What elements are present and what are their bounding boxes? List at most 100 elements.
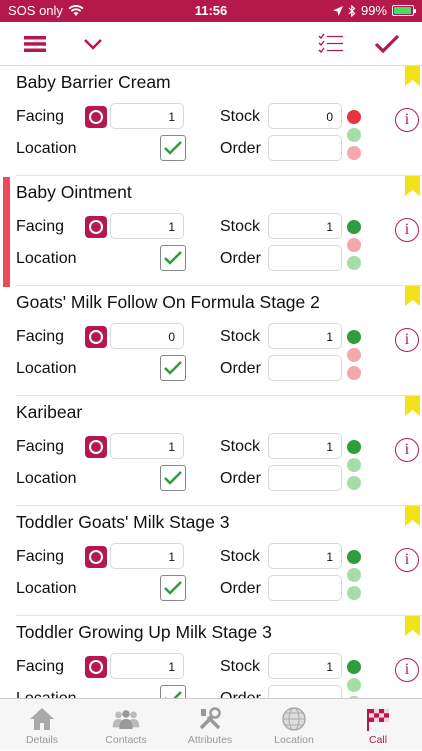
facing-label: Facing bbox=[16, 218, 65, 235]
status-light bbox=[347, 458, 361, 472]
battery-icon bbox=[392, 5, 416, 16]
stock-input[interactable]: 1 bbox=[268, 213, 342, 239]
product-row: Karibear Facing 1 Stock 1 i Location Ord… bbox=[0, 396, 422, 506]
location-label: Location bbox=[16, 140, 77, 157]
stock-input[interactable]: 0 bbox=[268, 103, 342, 129]
location-checkbox[interactable] bbox=[160, 245, 186, 271]
status-light bbox=[347, 678, 361, 692]
bookmark-icon[interactable] bbox=[405, 286, 420, 306]
stock-input[interactable]: 1 bbox=[268, 323, 342, 349]
record-icon[interactable] bbox=[85, 546, 107, 568]
status-light bbox=[347, 128, 361, 142]
stock-label: Stock bbox=[220, 218, 261, 235]
people-icon bbox=[111, 705, 141, 733]
facing-label: Facing bbox=[16, 328, 65, 345]
house-icon bbox=[27, 705, 57, 733]
bookmark-icon[interactable] bbox=[405, 616, 420, 636]
location-checkbox[interactable] bbox=[160, 355, 186, 381]
product-name: Toddler Growing Up Milk Stage 3 bbox=[16, 622, 272, 642]
tab-label: Contacts bbox=[105, 734, 147, 746]
location-label: Location bbox=[16, 250, 77, 267]
product-name: Karibear bbox=[16, 402, 83, 422]
status-bar: SOS only 11:56 99% bbox=[0, 0, 422, 22]
order-label: Order bbox=[220, 690, 261, 698]
location-label: Location bbox=[16, 470, 77, 487]
tab-call[interactable]: Call bbox=[336, 699, 420, 751]
stock-input[interactable]: 1 bbox=[268, 433, 342, 459]
globe-icon bbox=[279, 705, 309, 733]
order-input[interactable] bbox=[268, 245, 342, 271]
status-light bbox=[347, 146, 361, 160]
tab-contacts[interactable]: Contacts bbox=[84, 699, 168, 751]
order-label: Order bbox=[220, 360, 261, 377]
checklist-icon[interactable] bbox=[316, 30, 346, 58]
order-input[interactable] bbox=[268, 135, 342, 161]
bookmark-icon[interactable] bbox=[405, 176, 420, 196]
info-icon[interactable]: i bbox=[395, 108, 419, 132]
product-row: Baby Barrier Cream Facing 1 Stock 0 i Lo… bbox=[0, 66, 422, 176]
facing-input[interactable]: 1 bbox=[110, 433, 184, 459]
facing-label: Facing bbox=[16, 658, 65, 675]
status-light bbox=[347, 476, 361, 490]
tab-label: Location bbox=[274, 734, 314, 746]
order-input[interactable] bbox=[268, 355, 342, 381]
order-input[interactable] bbox=[268, 575, 342, 601]
status-light bbox=[347, 586, 361, 600]
facing-input[interactable]: 1 bbox=[110, 543, 184, 569]
status-light bbox=[347, 660, 361, 674]
location-checkbox[interactable] bbox=[160, 465, 186, 491]
location-checkbox[interactable] bbox=[160, 685, 186, 698]
chevron-down-icon[interactable] bbox=[78, 30, 108, 58]
tab-attributes[interactable]: Attributes bbox=[168, 699, 252, 751]
info-icon[interactable]: i bbox=[395, 218, 419, 242]
tab-location[interactable]: Location bbox=[252, 699, 336, 751]
stock-input[interactable]: 1 bbox=[268, 653, 342, 679]
product-name: Baby Barrier Cream bbox=[16, 72, 171, 92]
tab-label: Details bbox=[25, 734, 59, 746]
info-icon[interactable]: i bbox=[395, 548, 419, 572]
location-arrow-icon bbox=[332, 5, 343, 16]
status-light bbox=[347, 238, 361, 252]
tab-details[interactable]: Details bbox=[0, 699, 84, 751]
hamburger-icon[interactable] bbox=[20, 30, 50, 58]
facing-input[interactable]: 0 bbox=[110, 323, 184, 349]
record-icon[interactable] bbox=[85, 656, 107, 678]
info-icon[interactable]: i bbox=[395, 438, 419, 462]
record-icon[interactable] bbox=[85, 216, 107, 238]
status-light bbox=[347, 568, 361, 582]
bookmark-icon[interactable] bbox=[405, 506, 420, 526]
order-label: Order bbox=[220, 140, 261, 157]
stock-label: Stock bbox=[220, 438, 261, 455]
order-label: Order bbox=[220, 580, 261, 597]
product-row: Baby Ointment Facing 1 Stock 1 i Locatio… bbox=[0, 176, 422, 286]
order-input[interactable] bbox=[268, 685, 342, 698]
product-row: Goats' Milk Follow On Formula Stage 2 Fa… bbox=[0, 286, 422, 396]
facing-label: Facing bbox=[16, 108, 65, 125]
order-input[interactable] bbox=[268, 465, 342, 491]
facing-input[interactable]: 1 bbox=[110, 653, 184, 679]
record-icon[interactable] bbox=[85, 436, 107, 458]
stock-input[interactable]: 1 bbox=[268, 543, 342, 569]
location-checkbox[interactable] bbox=[160, 575, 186, 601]
status-light bbox=[347, 256, 361, 270]
facing-input[interactable]: 1 bbox=[110, 213, 184, 239]
product-row: Toddler Growing Up Milk Stage 3 Facing 1… bbox=[0, 616, 422, 698]
battery-percent: 99% bbox=[360, 3, 387, 18]
status-light bbox=[347, 330, 361, 344]
status-light bbox=[347, 348, 361, 362]
facing-input[interactable]: 1 bbox=[110, 103, 184, 129]
record-icon[interactable] bbox=[85, 106, 107, 128]
bookmark-icon[interactable] bbox=[405, 66, 420, 86]
tab-bar: Details Contacts Attributes Location Cal… bbox=[0, 698, 422, 750]
info-icon[interactable]: i bbox=[395, 658, 419, 682]
record-icon[interactable] bbox=[85, 326, 107, 348]
info-icon[interactable]: i bbox=[395, 328, 419, 352]
location-label: Location bbox=[16, 580, 77, 597]
location-label: Location bbox=[16, 360, 77, 377]
product-list[interactable]: Baby Barrier Cream Facing 1 Stock 0 i Lo… bbox=[0, 66, 422, 698]
bookmark-icon[interactable] bbox=[405, 396, 420, 416]
location-checkbox[interactable] bbox=[160, 135, 186, 161]
checkmark-icon[interactable] bbox=[372, 30, 402, 58]
product-name: Toddler Goats' Milk Stage 3 bbox=[16, 512, 230, 532]
stock-label: Stock bbox=[220, 108, 261, 125]
